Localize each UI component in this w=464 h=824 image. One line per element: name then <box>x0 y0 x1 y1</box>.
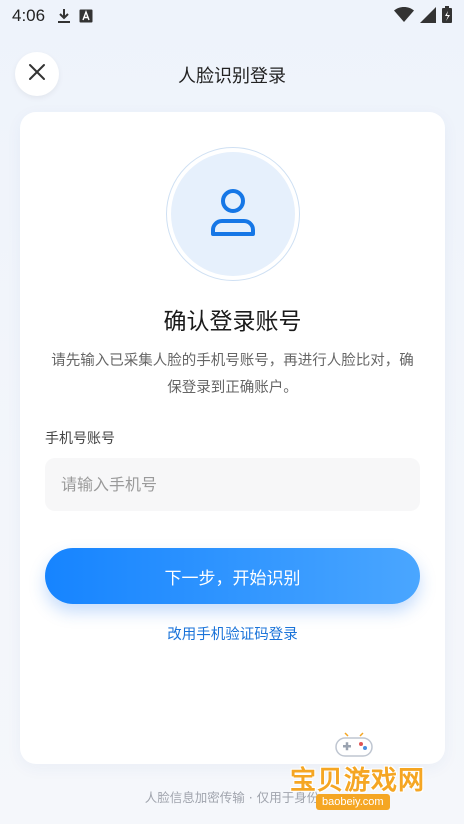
avatar-inner <box>171 152 295 276</box>
watermark-text: 宝贝游戏网 <box>290 766 426 796</box>
card-title: 确认登录账号 <box>163 309 302 335</box>
phone-input[interactable] <box>45 458 420 511</box>
login-card: 确认登录账号 请先输入已采集人脸的手机号账号，再进行人脸比对，确保登录到正确账户… <box>20 112 445 764</box>
watermark: 宝贝游戏网 baobeiy.com <box>290 732 450 820</box>
download-icon <box>57 8 71 24</box>
status-time: 4:06 <box>12 6 46 25</box>
avatar <box>166 147 300 281</box>
battery-icon <box>442 6 452 27</box>
card-description: 请先输入已采集人脸的手机号账号，再进行人脸比对，确保登录到正确账户。 <box>51 353 414 396</box>
font-icon <box>79 9 93 23</box>
user-icon <box>205 184 261 244</box>
watermark-url: baobeiy.com <box>316 794 390 810</box>
signal-icon <box>420 6 436 27</box>
phone-field-label: 手机号账号 <box>45 431 115 447</box>
page-title: 人脸识别登录 <box>178 66 286 87</box>
status-right <box>394 6 452 27</box>
status-bar: 4:06 <box>0 0 464 32</box>
sms-login-link[interactable]: 改用手机验证码登录 <box>20 623 445 644</box>
wifi-icon <box>394 6 414 27</box>
header: 人脸识别登录 <box>0 48 464 100</box>
next-step-button[interactable]: 下一步，开始识别 <box>45 548 420 604</box>
